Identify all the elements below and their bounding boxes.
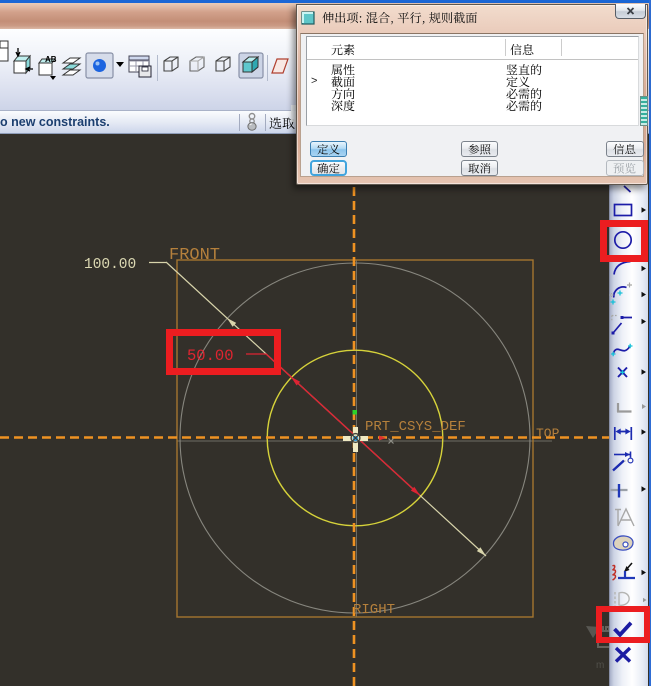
svg-text:PRT_CSYS_DEF: PRT_CSYS_DEF <box>365 419 466 435</box>
svg-text:FRONT: FRONT <box>169 246 220 265</box>
svg-text:100.00: 100.00 <box>84 257 136 273</box>
svg-text:m: m <box>596 660 604 671</box>
svg-text:AB: AB <box>45 55 57 64</box>
svg-text:RIGHT: RIGHT <box>353 602 395 618</box>
svg-text:TOP: TOP <box>536 426 560 441</box>
